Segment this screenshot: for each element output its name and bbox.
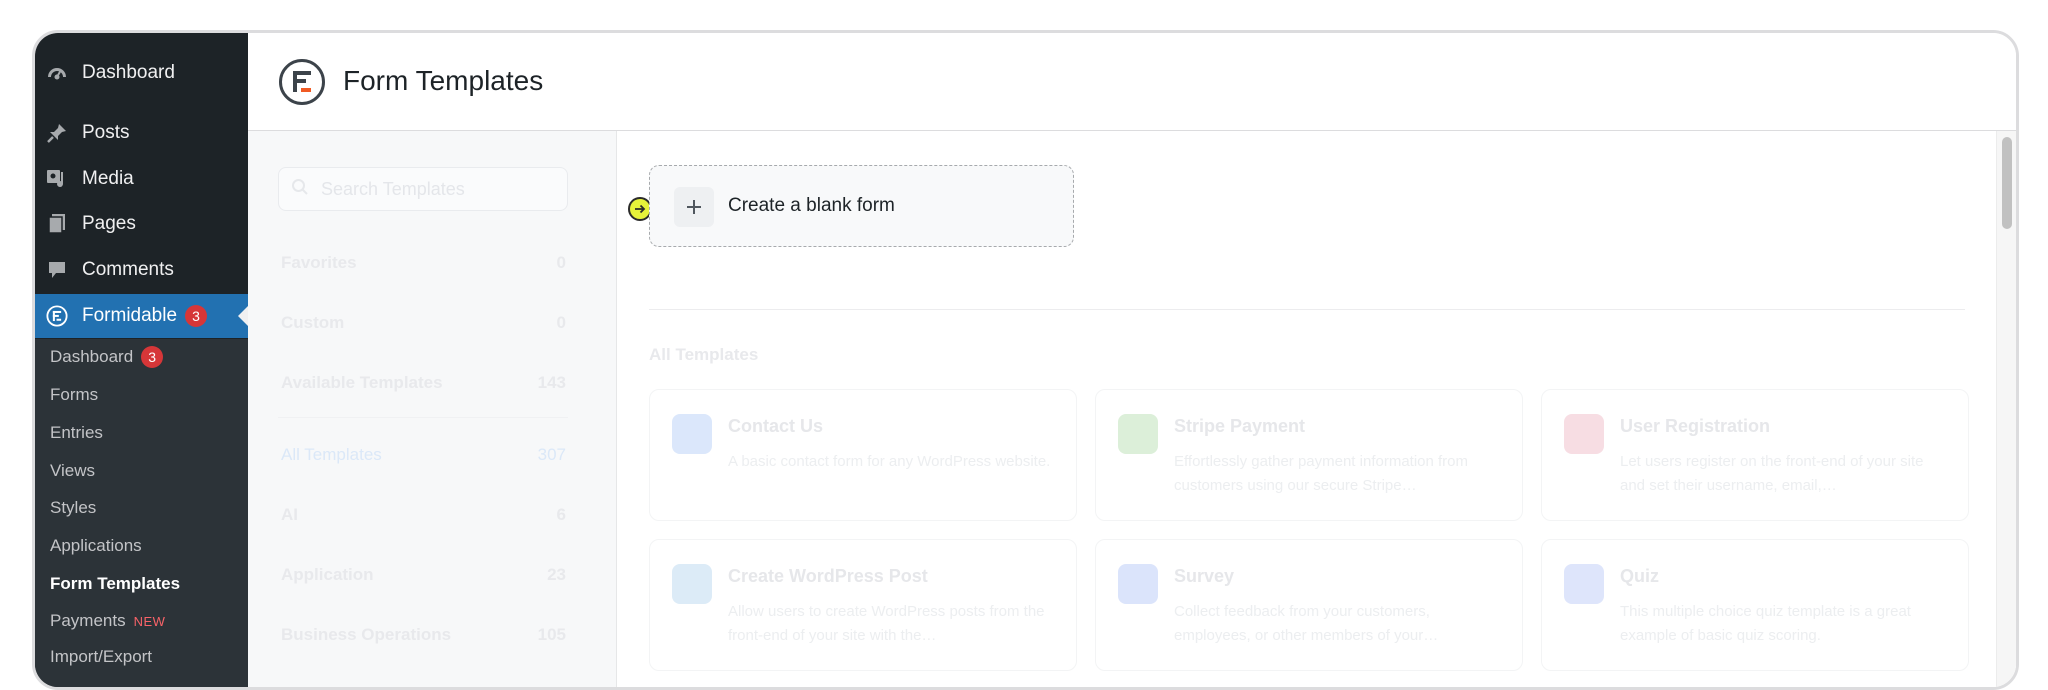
- page-title: Form Templates: [343, 65, 544, 96]
- template-name: Create WordPress Post: [728, 566, 928, 586]
- template-categories-panel: Search Templates Favorites 0 Custom 0 Avai…: [248, 131, 617, 687]
- formidable-logo-icon: [278, 58, 326, 106]
- notification-badge: 3: [185, 304, 208, 327]
- sidebar-item-posts[interactable]: Posts: [35, 111, 248, 155]
- template-description: Effortlessly gather payment information …: [1174, 453, 1469, 494]
- divider: [649, 309, 1965, 310]
- search-icon: [291, 178, 309, 201]
- submenu-item-styles[interactable]: Styles: [50, 495, 96, 521]
- submenu-item-import-export[interactable]: Import/Export: [50, 644, 152, 670]
- page-header: Form Templates: [248, 33, 2016, 131]
- category-all-templates[interactable]: All Templates 307: [281, 445, 566, 465]
- template-card-create-wordpress-post[interactable]: Create WordPress Post Allow users to cre…: [649, 539, 1077, 671]
- template-card-quiz[interactable]: Quiz This multiple choice quiz template …: [1541, 539, 1969, 671]
- sidebar-item-label: Comments: [82, 259, 174, 280]
- template-description: Let users register on the front-end of y…: [1620, 453, 1924, 494]
- sidebar-item-label: Posts: [82, 122, 130, 143]
- category-application[interactable]: Application 23: [281, 565, 566, 585]
- comment-icon: [46, 259, 68, 281]
- template-description: Collect feedback from your customers, em…: [1174, 603, 1439, 644]
- sidebar-item-pages[interactable]: Pages: [35, 202, 248, 246]
- submenu-item-entries[interactable]: Entries: [50, 420, 103, 446]
- search-placeholder: Search Templates: [321, 178, 465, 199]
- formidable-icon: [46, 305, 68, 327]
- sidebar-item-label: Formidable 3: [82, 304, 208, 327]
- template-name: Quiz: [1620, 566, 1659, 586]
- sidebar-item-label: Dashboard: [82, 62, 175, 83]
- category-available-templates[interactable]: Available Templates 143: [281, 373, 566, 393]
- template-card-survey[interactable]: Survey Collect feedback from your custom…: [1095, 539, 1523, 671]
- pages-icon: [46, 213, 68, 235]
- section-title: All Templates: [649, 345, 759, 364]
- category-business-operations[interactable]: Business Operations 105: [281, 625, 566, 645]
- template-description: A basic contact form for any WordPress w…: [728, 453, 1051, 470]
- notification-badge: 3: [141, 346, 164, 368]
- sidebar-item-media[interactable]: Media: [35, 157, 248, 201]
- scrollbar-thumb[interactable]: [2002, 137, 2012, 229]
- submenu-item-form-templates[interactable]: Form Templates: [50, 571, 180, 597]
- template-description: Allow users to create WordPress posts fr…: [728, 603, 1045, 644]
- category-ai[interactable]: AI 6: [281, 505, 566, 525]
- templates-main: Create a blank form All Templates Contac…: [617, 131, 2016, 687]
- registration-icon: [1564, 414, 1604, 454]
- template-card-user-registration[interactable]: User Registration Let users register on …: [1541, 389, 1969, 521]
- sidebar-item-label: Pages: [82, 213, 136, 234]
- sidebar-item-formidable[interactable]: Formidable 3: [35, 294, 248, 338]
- template-name: User Registration: [1620, 416, 1771, 436]
- category-custom[interactable]: Custom 0: [281, 313, 566, 333]
- submenu-item-applications[interactable]: Applications: [50, 533, 142, 559]
- submenu-item-payments[interactable]: Payments NEW: [50, 608, 165, 634]
- template-description: This multiple choice quiz template is a …: [1620, 603, 1911, 644]
- template-name: Stripe Payment: [1174, 416, 1306, 436]
- vertical-scrollbar[interactable]: [1996, 131, 2016, 687]
- create-blank-form-button[interactable]: Create a blank form: [649, 165, 1074, 247]
- sidebar-item-comments[interactable]: Comments: [35, 248, 248, 292]
- contact-icon: [672, 414, 712, 454]
- survey-icon: [1118, 564, 1158, 604]
- post-icon: [672, 564, 712, 604]
- category-favorites[interactable]: Favorites 0: [281, 253, 566, 273]
- media-icon: [46, 168, 68, 190]
- plus-icon: [674, 187, 714, 227]
- search-input[interactable]: Search Templates: [278, 167, 568, 211]
- template-card-stripe-payment[interactable]: Stripe Payment Effortlessly gather payme…: [1095, 389, 1523, 521]
- payment-icon: [1118, 414, 1158, 454]
- template-name: Survey: [1174, 566, 1235, 586]
- quiz-icon: [1564, 564, 1604, 604]
- divider: [278, 417, 568, 418]
- template-name: Contact Us: [728, 416, 824, 436]
- pin-icon: [46, 122, 68, 144]
- admin-sidebar: Dashboard Posts Media Pages Comments For…: [35, 33, 248, 687]
- submenu-item-views[interactable]: Views: [50, 458, 95, 484]
- sidebar-item-label: Media: [82, 168, 134, 189]
- sidebar-item-dashboard[interactable]: Dashboard: [35, 51, 248, 95]
- app-window: Dashboard Posts Media Pages Comments For…: [32, 30, 2019, 690]
- template-card-contact-us[interactable]: Contact Us A basic contact form for any …: [649, 389, 1077, 521]
- dashboard-icon: [46, 62, 68, 84]
- new-tag: NEW: [133, 613, 166, 629]
- submenu-item-dashboard[interactable]: Dashboard 3: [50, 344, 164, 370]
- blank-form-label: Create a blank form: [728, 195, 895, 216]
- submenu-item-forms[interactable]: Forms: [50, 382, 98, 408]
- formidable-submenu: Dashboard 3 Forms Entries Views Styles Ap…: [35, 339, 248, 687]
